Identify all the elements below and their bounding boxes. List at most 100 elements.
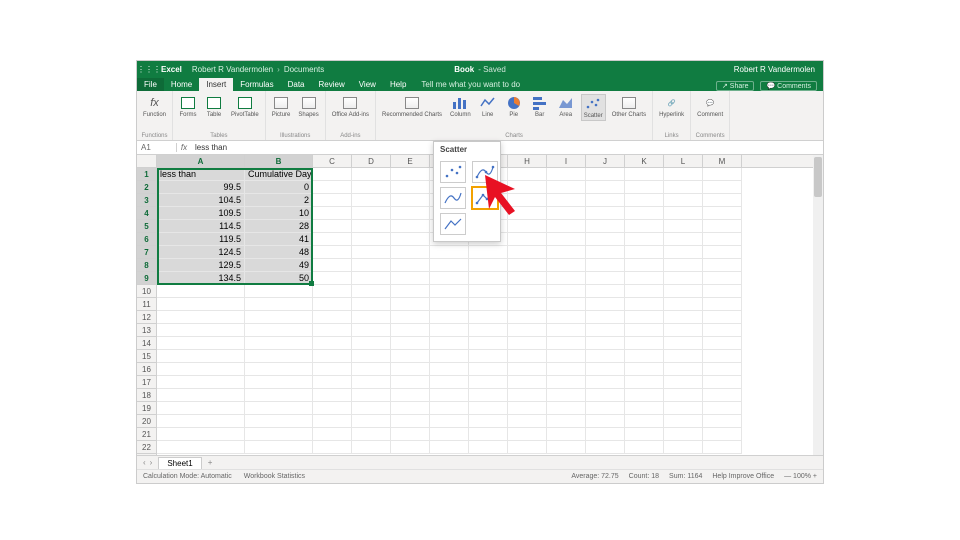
cell-I16[interactable]	[547, 363, 586, 376]
cell-B5[interactable]: 28	[245, 220, 313, 233]
row-header-19[interactable]: 19	[137, 402, 156, 415]
cell-L21[interactable]	[664, 428, 703, 441]
chevron-right-icon[interactable]: ›	[150, 458, 153, 467]
cell-E11[interactable]	[391, 298, 430, 311]
cell-L17[interactable]	[664, 376, 703, 389]
cell-D21[interactable]	[352, 428, 391, 441]
row-header-10[interactable]: 10	[137, 285, 156, 298]
column-header-E[interactable]: E	[391, 155, 430, 167]
comment-button[interactable]: 💬Comment	[695, 94, 725, 119]
cell-M5[interactable]	[703, 220, 742, 233]
cell-D7[interactable]	[352, 246, 391, 259]
area-chart-button[interactable]: Area	[555, 94, 577, 119]
cell-E3[interactable]	[391, 194, 430, 207]
cell-C4[interactable]	[313, 207, 352, 220]
tab-insert[interactable]: Insert	[199, 78, 233, 91]
cell-K14[interactable]	[625, 337, 664, 350]
cell-C2[interactable]	[313, 181, 352, 194]
cell-L13[interactable]	[664, 324, 703, 337]
cell-C9[interactable]	[313, 272, 352, 285]
cell-L3[interactable]	[664, 194, 703, 207]
cell-A9[interactable]: 134.5	[157, 272, 245, 285]
tab-review[interactable]: Review	[312, 78, 352, 91]
cell-C20[interactable]	[313, 415, 352, 428]
cell-G9[interactable]	[469, 272, 508, 285]
row-header-15[interactable]: 15	[137, 350, 156, 363]
cell-D20[interactable]	[352, 415, 391, 428]
cell-D19[interactable]	[352, 402, 391, 415]
cell-G7[interactable]	[469, 246, 508, 259]
cell-F22[interactable]	[430, 441, 469, 454]
cell-A10[interactable]	[157, 285, 245, 298]
cell-A8[interactable]: 129.5	[157, 259, 245, 272]
row-header-8[interactable]: 8	[137, 259, 156, 272]
cell-A3[interactable]: 104.5	[157, 194, 245, 207]
cell-J18[interactable]	[586, 389, 625, 402]
cell-D22[interactable]	[352, 441, 391, 454]
cell-G8[interactable]	[469, 259, 508, 272]
cell-E20[interactable]	[391, 415, 430, 428]
cell-J4[interactable]	[586, 207, 625, 220]
cell-E6[interactable]	[391, 233, 430, 246]
cell-I11[interactable]	[547, 298, 586, 311]
cell-D10[interactable]	[352, 285, 391, 298]
cell-K17[interactable]	[625, 376, 664, 389]
cell-H11[interactable]	[508, 298, 547, 311]
cell-J12[interactable]	[586, 311, 625, 324]
cell-K18[interactable]	[625, 389, 664, 402]
cell-M2[interactable]	[703, 181, 742, 194]
cell-M7[interactable]	[703, 246, 742, 259]
cell-J10[interactable]	[586, 285, 625, 298]
cell-G20[interactable]	[469, 415, 508, 428]
cell-J20[interactable]	[586, 415, 625, 428]
name-box[interactable]: A1	[137, 143, 177, 152]
cell-A2[interactable]: 99.5	[157, 181, 245, 194]
breadcrumb[interactable]: Robert R Vandermolen › Documents	[188, 65, 328, 74]
cell-B7[interactable]: 48	[245, 246, 313, 259]
cell-E15[interactable]	[391, 350, 430, 363]
row-header-13[interactable]: 13	[137, 324, 156, 337]
cell-F10[interactable]	[430, 285, 469, 298]
cell-L22[interactable]	[664, 441, 703, 454]
cell-D4[interactable]	[352, 207, 391, 220]
cell-H10[interactable]	[508, 285, 547, 298]
cell-J8[interactable]	[586, 259, 625, 272]
cell-I8[interactable]	[547, 259, 586, 272]
cell-L7[interactable]	[664, 246, 703, 259]
cell-J15[interactable]	[586, 350, 625, 363]
column-header-B[interactable]: B	[245, 155, 313, 167]
cell-A21[interactable]	[157, 428, 245, 441]
shapes-button[interactable]: Shapes	[296, 94, 320, 119]
cell-B20[interactable]	[245, 415, 313, 428]
row-header-17[interactable]: 17	[137, 376, 156, 389]
cell-J16[interactable]	[586, 363, 625, 376]
cell-E1[interactable]	[391, 168, 430, 181]
cell-A14[interactable]	[157, 337, 245, 350]
cell-L10[interactable]	[664, 285, 703, 298]
cell-M19[interactable]	[703, 402, 742, 415]
cell-G22[interactable]	[469, 441, 508, 454]
row-header-4[interactable]: 4	[137, 207, 156, 220]
cell-M15[interactable]	[703, 350, 742, 363]
cell-E12[interactable]	[391, 311, 430, 324]
scatter-straight-lines-option[interactable]	[440, 213, 466, 235]
cell-A17[interactable]	[157, 376, 245, 389]
cell-E21[interactable]	[391, 428, 430, 441]
row-header-12[interactable]: 12	[137, 311, 156, 324]
cell-K10[interactable]	[625, 285, 664, 298]
cell-K22[interactable]	[625, 441, 664, 454]
row-header-6[interactable]: 6	[137, 233, 156, 246]
cell-L4[interactable]	[664, 207, 703, 220]
cell-M10[interactable]	[703, 285, 742, 298]
cell-K13[interactable]	[625, 324, 664, 337]
row-headers[interactable]: 12345678910111213141516171819202122	[137, 168, 157, 455]
cell-B3[interactable]: 2	[245, 194, 313, 207]
cell-I18[interactable]	[547, 389, 586, 402]
cell-D5[interactable]	[352, 220, 391, 233]
cell-I6[interactable]	[547, 233, 586, 246]
tab-help[interactable]: Help	[383, 78, 413, 91]
cell-L20[interactable]	[664, 415, 703, 428]
cell-M4[interactable]	[703, 207, 742, 220]
cell-E9[interactable]	[391, 272, 430, 285]
cell-B6[interactable]: 41	[245, 233, 313, 246]
